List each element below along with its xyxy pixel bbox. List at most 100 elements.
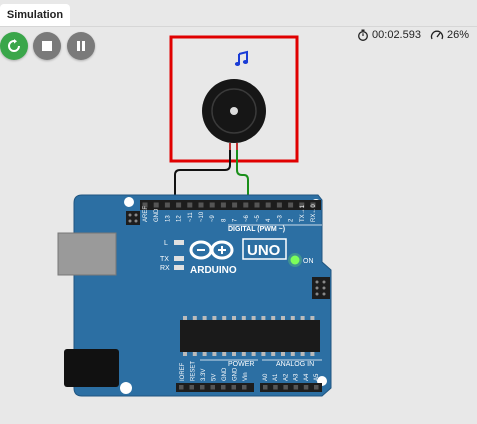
power-pin-label: 5V bbox=[212, 374, 218, 381]
power-pin-hole[interactable] bbox=[189, 385, 195, 390]
mount-hole bbox=[124, 197, 134, 207]
chip-pin bbox=[212, 352, 217, 356]
chip-pin bbox=[281, 316, 285, 320]
digital-pin-hole[interactable] bbox=[232, 202, 238, 208]
power-pin-hole[interactable] bbox=[242, 385, 247, 390]
icsp2-header bbox=[312, 277, 330, 299]
power-pin-hole[interactable] bbox=[221, 385, 226, 390]
chip-pin bbox=[183, 316, 187, 320]
power-label: POWER bbox=[228, 361, 254, 368]
analog-pin-label: A2 bbox=[283, 373, 289, 381]
chip-pin bbox=[290, 352, 295, 356]
analog-pin-hole[interactable] bbox=[293, 385, 299, 390]
tx-led bbox=[174, 256, 184, 261]
digital-pin-label: ~9 bbox=[210, 214, 216, 222]
digital-pin-hole[interactable] bbox=[153, 202, 159, 208]
digital-pin-hole[interactable] bbox=[220, 202, 226, 208]
analog-pin-hole[interactable] bbox=[314, 385, 319, 390]
arduino-board[interactable]: AREF GND 13 12 ~11 ~10 ~9 8 7 ~6 ~5 4 ~3 2 TX→1 RX←0 DI… bbox=[57, 194, 332, 397]
chip-pin bbox=[300, 352, 305, 356]
usb-port bbox=[57, 232, 117, 276]
digital-pin-label: GND bbox=[154, 208, 160, 222]
chip-pin bbox=[310, 316, 315, 320]
chip-pin bbox=[222, 316, 227, 320]
power-jack bbox=[64, 349, 119, 387]
analog-pin-label: A0 bbox=[263, 373, 269, 381]
digital-pin-label: RX←0 bbox=[311, 204, 317, 222]
l-label: L bbox=[164, 240, 168, 247]
brand-label: ARDUINO bbox=[190, 265, 237, 276]
digital-pin-label: 12 bbox=[177, 215, 183, 222]
chip-pin bbox=[241, 352, 246, 356]
digital-pin-label: ~10 bbox=[199, 211, 205, 222]
model-label: UNO bbox=[247, 242, 281, 259]
icsp-header bbox=[126, 211, 140, 225]
buzzer-hole bbox=[230, 107, 238, 115]
digital-pin-hole[interactable] bbox=[254, 202, 260, 208]
chip-pin bbox=[192, 316, 197, 320]
chip-pin bbox=[310, 352, 315, 356]
analog-label: ANALOG IN bbox=[276, 361, 314, 368]
chip-pin bbox=[212, 316, 217, 320]
digital-pin-hole[interactable] bbox=[187, 202, 193, 208]
circuit-canvas: AREF GND 13 12 ~11 ~10 ~9 8 7 ~6 ~5 4 ~3 2 TX→1 RX←0 DI… bbox=[57, 35, 332, 397]
digital-pin-label: ~3 bbox=[277, 214, 283, 222]
chip-pin bbox=[271, 316, 276, 320]
power-pin-label: RESET bbox=[191, 361, 197, 381]
digital-label: DIGITAL (PWM ~) bbox=[228, 226, 285, 233]
analog-pin-label: A1 bbox=[273, 373, 279, 381]
digital-pin-label: ~6 bbox=[244, 214, 250, 222]
chip-pin bbox=[271, 352, 276, 356]
chip-pin bbox=[192, 352, 197, 356]
power-pin-label: GND bbox=[222, 367, 228, 381]
power-pin-hole[interactable] bbox=[231, 385, 237, 390]
mount-hole bbox=[120, 382, 132, 394]
analog-pin-hole[interactable] bbox=[283, 385, 288, 390]
chip-pin bbox=[251, 316, 256, 320]
analog-pin-hole[interactable] bbox=[263, 385, 268, 390]
chip-pin bbox=[202, 352, 207, 356]
on-label: ON bbox=[303, 258, 314, 265]
digital-pin-hole[interactable] bbox=[176, 202, 182, 208]
chip-pin bbox=[222, 352, 227, 356]
analog-pin-hole[interactable] bbox=[303, 385, 309, 390]
digital-pin-label: ~5 bbox=[255, 214, 261, 222]
analog-pin-label: A3 bbox=[294, 373, 300, 381]
chip-pin bbox=[261, 352, 266, 356]
chip-pin bbox=[241, 316, 246, 320]
power-pin-hole[interactable] bbox=[210, 385, 216, 390]
chip-pin bbox=[261, 316, 266, 320]
music-note-icon bbox=[234, 50, 249, 66]
power-pin-label: GND bbox=[233, 367, 239, 381]
chip-pin bbox=[281, 352, 285, 356]
analog-pin-label: A4 bbox=[304, 373, 310, 381]
digital-pin-hole[interactable] bbox=[288, 202, 294, 208]
rx-led bbox=[174, 265, 184, 270]
digital-pin-hole[interactable] bbox=[209, 202, 215, 208]
chip-pin bbox=[290, 316, 295, 320]
chip-pin bbox=[232, 352, 236, 356]
power-pin-hole[interactable] bbox=[179, 385, 184, 390]
digital-pin-hole[interactable] bbox=[243, 202, 249, 208]
power-pin-label: Vin bbox=[243, 372, 249, 381]
tx-label: TX bbox=[160, 256, 169, 263]
chip-pin bbox=[183, 352, 187, 356]
power-pin-label: 3.3V bbox=[201, 369, 207, 381]
buzzer-component[interactable] bbox=[169, 35, 299, 163]
analog-header bbox=[260, 383, 322, 392]
digital-pin-label: 13 bbox=[165, 215, 171, 222]
digital-pin-hole[interactable] bbox=[164, 202, 170, 208]
digital-pin-hole[interactable] bbox=[265, 202, 271, 208]
power-pin-hole[interactable] bbox=[200, 385, 205, 390]
digital-pin-hole[interactable] bbox=[276, 202, 282, 208]
chip-pin bbox=[251, 352, 256, 356]
digital-pin-label: TX→1 bbox=[300, 204, 306, 222]
microcontroller-chip bbox=[180, 320, 320, 352]
analog-pin-label: A5 bbox=[314, 373, 320, 381]
chip-pin bbox=[202, 316, 207, 320]
digital-pin-label: AREF bbox=[143, 206, 149, 222]
digital-pin-label: ~11 bbox=[188, 212, 194, 222]
digital-pin-hole[interactable] bbox=[198, 202, 204, 208]
rx-label: RX bbox=[160, 265, 170, 272]
analog-pin-hole[interactable] bbox=[273, 385, 278, 390]
